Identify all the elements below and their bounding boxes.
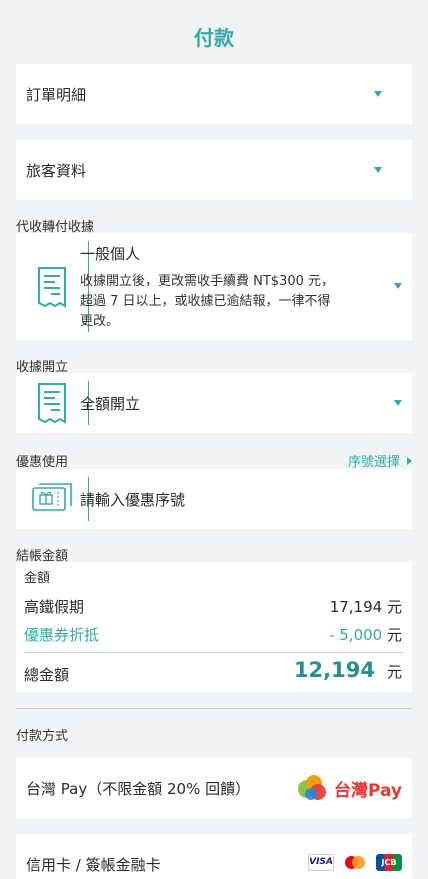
payment-section-label: 付款方式 bbox=[16, 729, 69, 744]
serial-select-link[interactable]: 序號選擇 bbox=[348, 451, 412, 470]
order-details-dropdown[interactable]: 訂單明細 bbox=[16, 64, 412, 124]
receipt-note-line: 超過 7 日以上，或收據已逾結報，一律不得 bbox=[80, 294, 331, 309]
traveler-info-label: 旅客資料 bbox=[26, 161, 87, 180]
item-amount-row: 17,194 元 bbox=[330, 596, 402, 617]
taiwan-pay-logo: 台灣Pay bbox=[296, 772, 402, 804]
chevron-right-icon bbox=[407, 456, 412, 465]
total-label: 總金額 bbox=[24, 666, 70, 684]
receipt-note-line: 收據開立後，更改需收手續費 NT$300 元， bbox=[80, 274, 335, 289]
taiwan-pay-option[interactable]: 台灣 Pay（不限金額 20% 回饋） 台灣Pay bbox=[16, 758, 412, 818]
receipt-issue-value: 全額開立 bbox=[80, 395, 141, 413]
currency-unit: 元 bbox=[386, 663, 402, 681]
total-amount-row: 12,194 元 bbox=[294, 658, 402, 682]
coupon-icon bbox=[24, 469, 80, 529]
coupon-input[interactable]: 請輸入優惠序號 bbox=[80, 489, 185, 510]
page-divider bbox=[16, 708, 412, 709]
card-logos: VISA JCB bbox=[308, 854, 402, 871]
receipt-note-line: 更改。 bbox=[80, 314, 120, 329]
traveler-info-dropdown[interactable]: 旅客資料 bbox=[16, 140, 412, 200]
coupon-amount: - 5,000 bbox=[329, 626, 383, 644]
coupon-name: 優惠券折抵 bbox=[24, 626, 100, 644]
receipt-icon bbox=[24, 233, 80, 340]
chevron-down-icon bbox=[394, 400, 402, 406]
chevron-down-icon bbox=[374, 167, 382, 173]
chevron-down-icon bbox=[374, 91, 382, 97]
serial-select-label: 序號選擇 bbox=[347, 455, 400, 470]
order-details-label: 訂單明細 bbox=[26, 85, 87, 104]
visa-logo-icon: VISA bbox=[308, 854, 334, 871]
taiwan-pay-label: 台灣 Pay（不限金額 20% 回饋） bbox=[26, 779, 251, 798]
discount-section-label: 優惠使用 bbox=[16, 455, 69, 470]
credit-card-option[interactable]: 信用卡 / 簽帳金融卡 VISA JCB bbox=[16, 834, 412, 879]
item-name: 高鐵假期 bbox=[24, 598, 85, 616]
receipt-type-dropdown[interactable]: 一般個人 收據開立後，更改需收手續費 NT$300 元， 超過 7 日以上，或收… bbox=[16, 233, 412, 340]
amount-header: 金額 bbox=[24, 571, 51, 586]
coupon-input-card[interactable]: 請輸入優惠序號 bbox=[16, 469, 412, 529]
mastercard-logo-icon bbox=[342, 854, 368, 871]
coupon-amount-row: - 5,000 元 bbox=[329, 624, 402, 645]
receipt-icon bbox=[24, 373, 80, 433]
taiwan-pay-logo-text: 台灣Pay bbox=[333, 780, 402, 801]
total-amount: 12,194 bbox=[293, 658, 375, 682]
item-amount: 17,194 bbox=[329, 598, 383, 616]
receipt-issue-dropdown[interactable]: 全額開立 bbox=[16, 373, 412, 433]
chevron-down-icon bbox=[394, 283, 402, 289]
taiwan-pay-mark-icon bbox=[297, 775, 326, 800]
jcb-logo-icon: JCB bbox=[376, 854, 402, 871]
receipt-note: 收據開立後，更改需收手續費 NT$300 元， 超過 7 日以上，或收據已逾結報… bbox=[80, 272, 370, 332]
receipt-type-value: 一般個人 bbox=[80, 245, 141, 263]
currency-unit: 元 bbox=[386, 626, 402, 644]
checkout-summary: 金額 高鐵假期 17,194 元 優惠券折抵 - 5,000 元 總金額 12,… bbox=[16, 562, 412, 692]
page-title: 付款 bbox=[194, 26, 234, 50]
currency-unit: 元 bbox=[386, 598, 402, 616]
summary-divider bbox=[24, 652, 404, 653]
credit-card-label: 信用卡 / 簽帳金融卡 bbox=[26, 855, 161, 874]
